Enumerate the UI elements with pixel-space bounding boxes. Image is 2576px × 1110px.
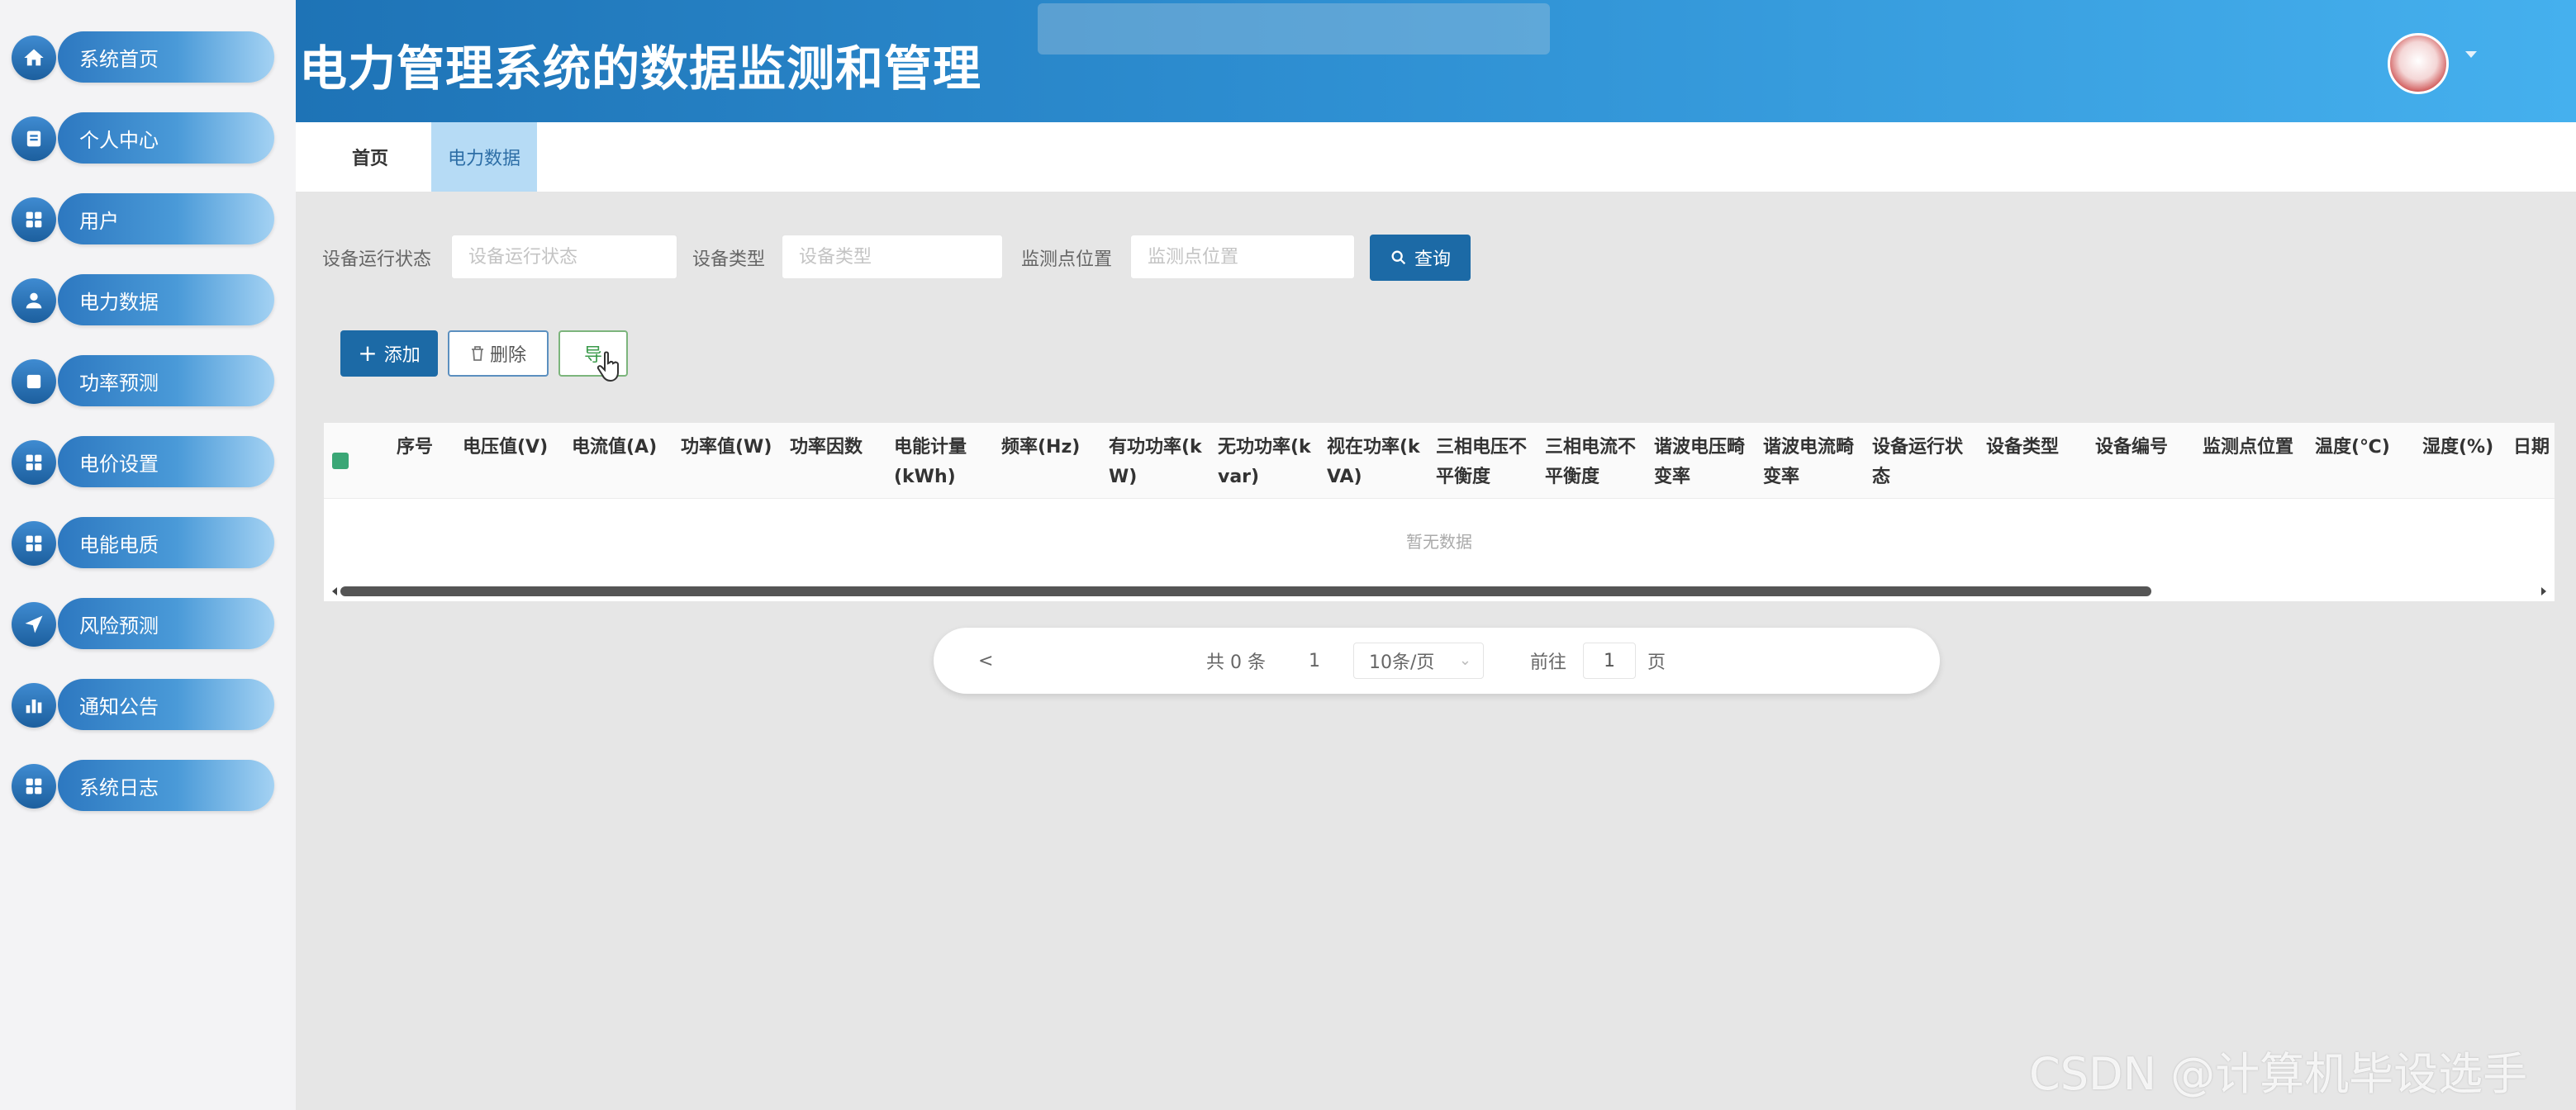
column-header[interactable]: 温度(℃)	[2315, 433, 2417, 462]
sidebar-item-label: 电价设置	[58, 436, 274, 487]
data-table: 序号 电压值(V) 电流值(A) 功率值(W) 功率因数 电能计量(kWh) 频…	[324, 423, 2555, 601]
plus-icon: +	[358, 339, 378, 367]
column-header[interactable]: 设备类型	[1986, 433, 2098, 462]
sidebar-item-risk-forecast[interactable]: 风险预测	[12, 596, 274, 651]
page-size-select[interactable]: 10条/页 ⌄	[1353, 643, 1484, 679]
column-header[interactable]: 视在功率(kVA)	[1327, 433, 1431, 492]
profile-icon	[12, 116, 56, 161]
add-button-label: 添加	[383, 345, 421, 366]
column-header[interactable]: 功率因数	[790, 433, 902, 462]
status-filter-label: 设备运行状态	[322, 249, 432, 270]
empty-table-text: 暂无数据	[1406, 532, 1472, 552]
sidebar-item-label: 系统日志	[58, 760, 274, 811]
list-icon	[12, 359, 56, 404]
goto-page-input[interactable]: 1	[1583, 643, 1636, 679]
hand-cursor-icon	[596, 351, 619, 382]
sidebar-item-system-log[interactable]: 系统日志	[12, 758, 274, 813]
column-header[interactable]: 无功功率(kvar)	[1218, 433, 1322, 492]
sidebar-item-home[interactable]: 系统首页	[12, 30, 274, 84]
sidebar-item-users[interactable]: 用户	[12, 192, 274, 246]
column-header[interactable]: 电能计量(kWh)	[894, 433, 985, 492]
scroll-right-icon[interactable]	[2541, 587, 2546, 595]
prev-page-button[interactable]: <	[978, 628, 993, 694]
status-filter-input[interactable]	[451, 235, 677, 279]
type-filter-label: 设备类型	[692, 249, 766, 270]
column-header[interactable]: 三相电流不平衡度	[1545, 433, 1649, 492]
total-count: 共 0 条	[1206, 652, 1266, 673]
grid-icon	[12, 764, 56, 809]
column-header[interactable]: 频率(Hz)	[1001, 433, 1114, 462]
tab-power-data[interactable]: 电力数据	[431, 122, 537, 192]
avatar[interactable]	[2388, 33, 2449, 94]
watermark: CSDN @计算机毕设选手	[2029, 1048, 2528, 1100]
location-filter-input[interactable]	[1130, 235, 1355, 279]
sidebar-item-label: 电力数据	[58, 274, 274, 325]
page-title: 电力管理系统的数据监测和管理	[299, 40, 982, 97]
goto-label: 前往	[1530, 652, 1567, 673]
scroll-left-icon[interactable]	[332, 587, 337, 595]
page-size-value: 10条/页	[1369, 652, 1435, 673]
trash-icon	[471, 346, 483, 361]
query-button-label: 查询	[1414, 249, 1451, 269]
tab-bar: 首页 电力数据	[296, 122, 2576, 192]
delete-button[interactable]: 删除	[448, 330, 549, 377]
sidebar-item-power-data[interactable]: 电力数据	[12, 273, 274, 327]
column-header[interactable]: 谐波电压畸变率	[1654, 433, 1758, 492]
sidebar-item-label: 功率预测	[58, 355, 274, 406]
sidebar-item-power-forecast[interactable]: 功率预测	[12, 353, 274, 408]
sidebar-item-label: 电能电质	[58, 517, 274, 568]
sidebar-item-label: 通知公告	[58, 679, 274, 730]
scrollbar-thumb[interactable]	[340, 586, 2151, 596]
sidebar: 系统首页 个人中心 用户 电力数据 功率预测 电价设置 电能电质 风险预测 通知…	[0, 0, 296, 1110]
sidebar-item-label: 系统首页	[58, 31, 274, 83]
column-header[interactable]: 设备运行状态	[1872, 433, 1976, 492]
delete-button-label: 删除	[489, 345, 526, 366]
grid-icon	[12, 521, 56, 566]
sidebar-item-profile[interactable]: 个人中心	[12, 111, 274, 165]
grid-icon	[12, 440, 56, 485]
sidebar-item-price-settings[interactable]: 电价设置	[12, 434, 274, 489]
column-header[interactable]: 谐波电流畸变率	[1763, 433, 1867, 492]
column-header[interactable]: 日期	[2513, 433, 2555, 462]
column-header[interactable]: 功率值(W)	[681, 433, 793, 462]
column-header[interactable]: 三相电压不平衡度	[1436, 433, 1540, 492]
send-icon	[12, 602, 56, 647]
column-header[interactable]: 设备编号	[2095, 433, 2208, 462]
add-button[interactable]: + 添加	[340, 330, 438, 377]
column-header[interactable]: 监测点位置	[2203, 433, 2312, 462]
column-header[interactable]: 电压值(V)	[463, 433, 575, 462]
sidebar-item-label: 用户	[58, 193, 274, 244]
tab-home[interactable]: 首页	[332, 122, 408, 192]
sidebar-item-label: 风险预测	[58, 598, 274, 649]
select-all-checkbox[interactable]	[332, 453, 349, 469]
user-icon	[12, 278, 56, 323]
header-overlay	[1038, 3, 1550, 55]
horizontal-scrollbar[interactable]	[332, 585, 2546, 596]
grid-icon	[12, 197, 56, 242]
sidebar-item-power-quality[interactable]: 电能电质	[12, 515, 274, 570]
sidebar-item-notices[interactable]: 通知公告	[12, 677, 274, 732]
home-icon	[12, 36, 56, 80]
column-header[interactable]: 湿度(%)	[2422, 433, 2510, 462]
column-header[interactable]: 电流值(A)	[572, 433, 684, 462]
search-icon	[1391, 250, 1406, 265]
page-suffix: 页	[1647, 652, 1666, 673]
chevron-down-icon[interactable]	[2465, 51, 2477, 58]
current-page[interactable]: 1	[1309, 628, 1320, 694]
table-header: 序号 电压值(V) 电流值(A) 功率值(W) 功率因数 电能计量(kWh) 频…	[324, 423, 2555, 499]
query-button[interactable]: 查询	[1370, 235, 1471, 281]
top-header: 电力管理系统的数据监测和管理	[296, 0, 2576, 122]
sidebar-item-label: 个人中心	[58, 112, 274, 164]
location-filter-label: 监测点位置	[1021, 249, 1113, 270]
chart-icon	[12, 683, 56, 728]
type-filter-input[interactable]	[782, 235, 1003, 279]
column-header[interactable]: 有功功率(kW)	[1109, 433, 1213, 492]
pagination: < 共 0 条 1 10条/页 ⌄ 前往 1 页	[934, 628, 1940, 694]
chevron-down-icon: ⌄	[1458, 652, 1471, 669]
